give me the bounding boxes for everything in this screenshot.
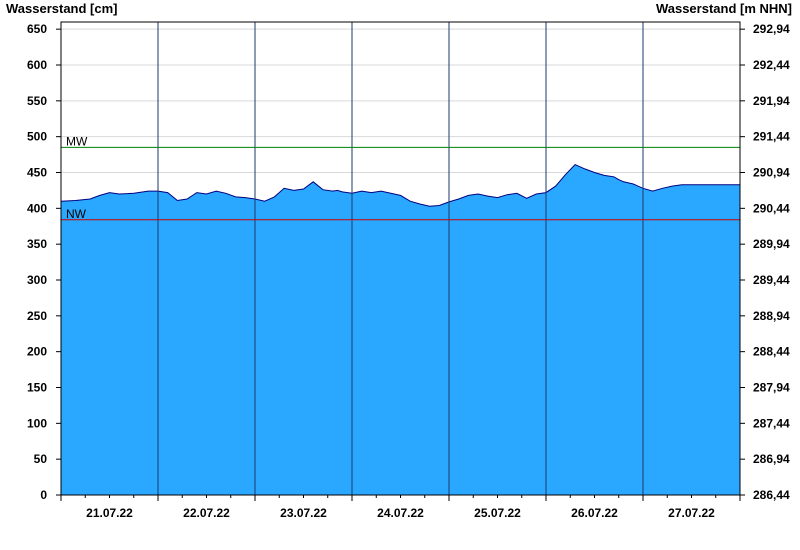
y-tick-label-right: 291,44: [753, 130, 790, 144]
y-tick-label-left: 550: [27, 94, 47, 108]
y-tick-label-left: 50: [34, 452, 48, 466]
y-tick-label-left: 500: [27, 130, 47, 144]
y-tick-label-left: 650: [27, 22, 47, 36]
y-tick-label-right: 290,44: [753, 201, 790, 215]
y-tick-label-right: 291,94: [753, 94, 790, 108]
y-tick-label-right: 292,44: [753, 58, 790, 72]
y-tick-label-left: 300: [27, 273, 47, 287]
y-tick-label-left: 100: [27, 416, 47, 430]
y-tick-label-right: 290,94: [753, 166, 790, 180]
y-tick-label-right: 289,94: [753, 237, 790, 251]
y-tick-label-left: 200: [27, 345, 47, 359]
y-tick-label-right: 288,94: [753, 309, 790, 323]
x-tick-label: 23.07.22: [280, 506, 327, 520]
y-tick-label-left: 150: [27, 381, 47, 395]
x-tick-label: 27.07.22: [668, 506, 715, 520]
y-tick-label-left: 0: [40, 488, 47, 502]
x-tick-label: 25.07.22: [474, 506, 521, 520]
y-tick-label-right: 287,44: [753, 416, 790, 430]
x-tick-label: 21.07.22: [86, 506, 133, 520]
water-level-area: [61, 164, 740, 495]
x-tick-label: 22.07.22: [183, 506, 230, 520]
x-tick-label: 26.07.22: [571, 506, 618, 520]
y-tick-label-right: 286,94: [753, 452, 790, 466]
y-tick-label-left: 450: [27, 166, 47, 180]
y-tick-label-right: 289,44: [753, 273, 790, 287]
y-tick-label-left: 250: [27, 309, 47, 323]
x-tick-label: 24.07.22: [377, 506, 424, 520]
y-tick-label-left: 400: [27, 201, 47, 215]
y-tick-label-right: 288,44: [753, 345, 790, 359]
y-tick-label-left: 600: [27, 58, 47, 72]
ref-label-nw: NW: [66, 207, 87, 221]
y-tick-label-right: 292,94: [753, 22, 790, 36]
y-tick-label-left: 350: [27, 237, 47, 251]
y-tick-label-right: 286,44: [753, 488, 790, 502]
y-tick-label-right: 287,94: [753, 381, 790, 395]
water-level-chart: MW NW 0 286,44 50 286,94 100 287,44 150 287,94 200…: [27, 21, 790, 520]
ref-label-mw: MW: [66, 134, 88, 148]
